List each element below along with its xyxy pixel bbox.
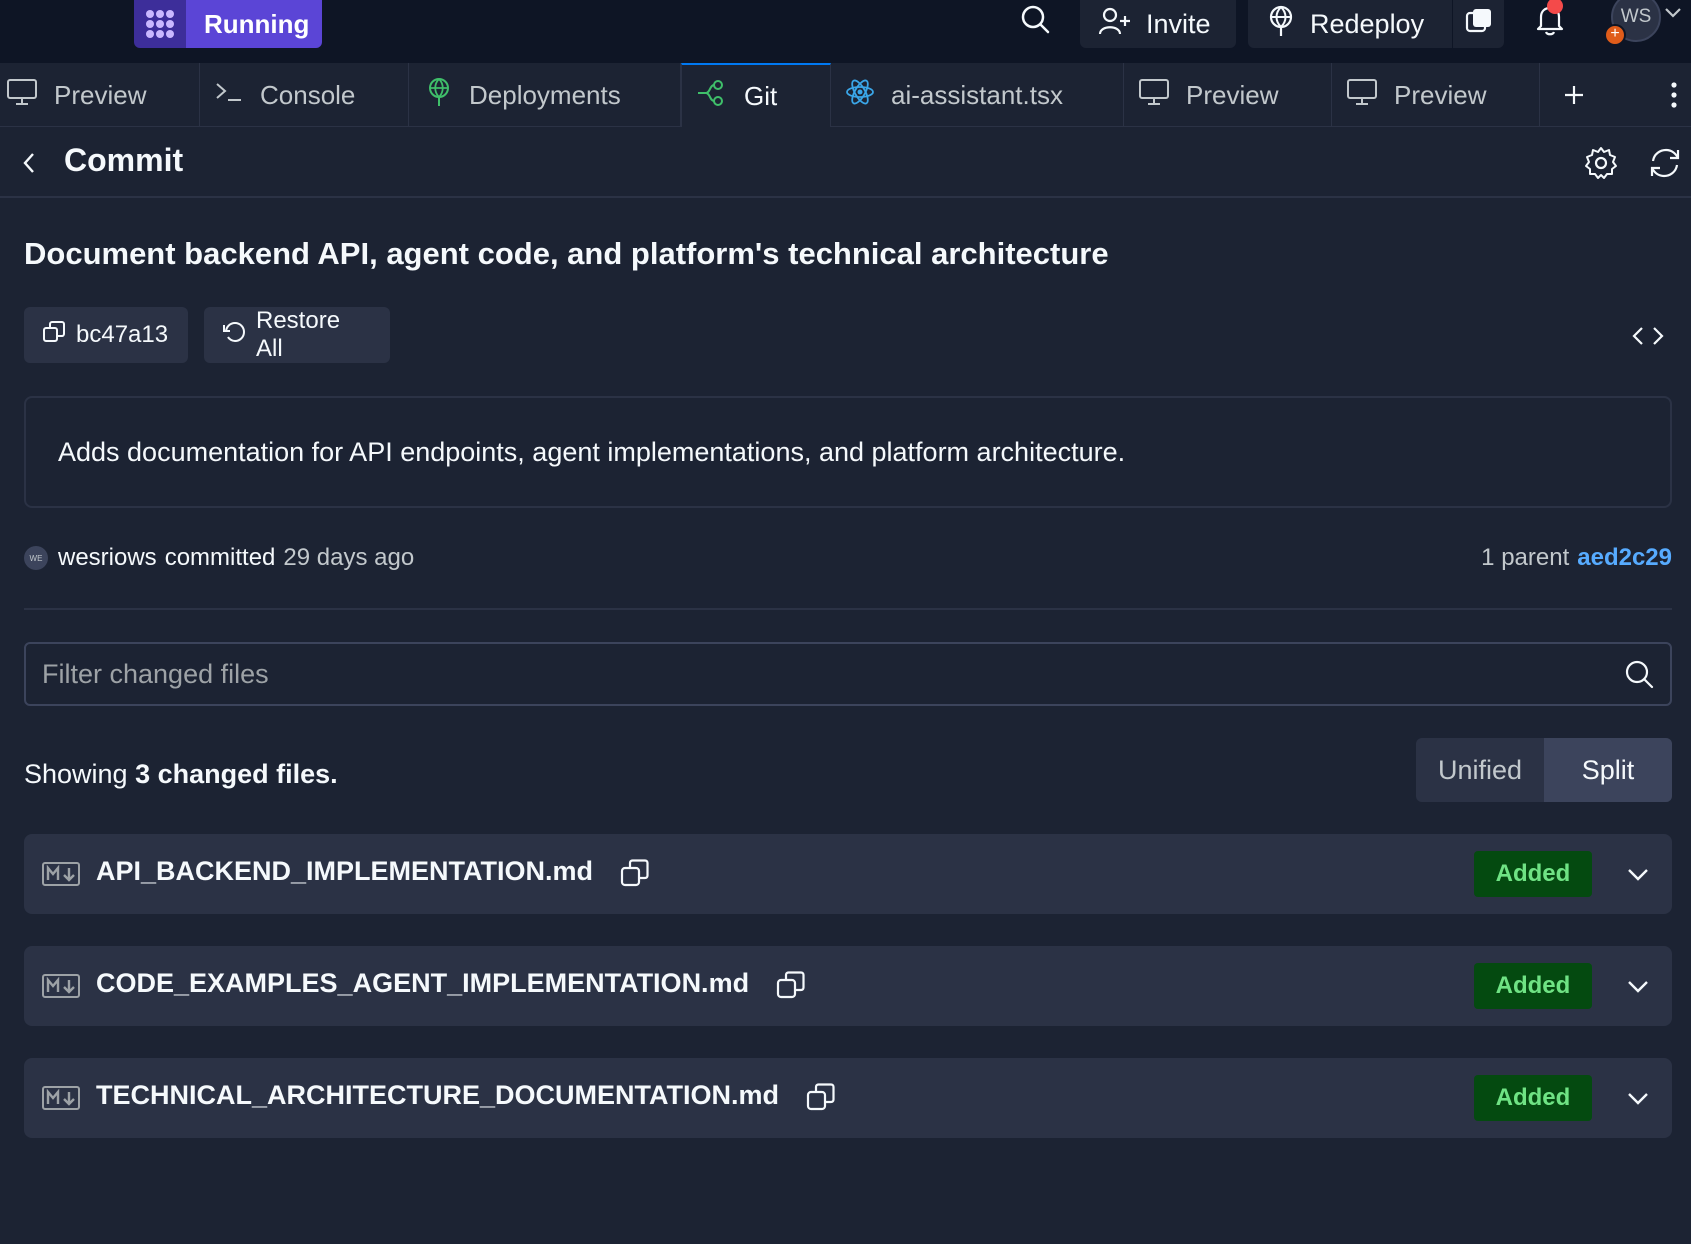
- chevron-down-icon[interactable]: [1622, 970, 1654, 1002]
- react-icon: [845, 78, 875, 113]
- filter-input[interactable]: [42, 644, 1602, 704]
- chevron-down-icon[interactable]: [1622, 1082, 1654, 1114]
- tab-preview-3[interactable]: Preview: [1332, 63, 1540, 127]
- file-name-wrap: CODE_EXAMPLES_AGENT_IMPLEMENTATION.md: [96, 968, 807, 1001]
- markdown-icon: [42, 974, 80, 1003]
- monitor-icon: [6, 78, 38, 113]
- status-badge: Added: [1474, 851, 1592, 897]
- tab-deployments[interactable]: Deployments: [409, 63, 681, 127]
- file-row[interactable]: CODE_EXAMPLES_AGENT_IMPLEMENTATION.md Ad…: [24, 946, 1672, 1026]
- parent-label: 1 parent: [1481, 544, 1570, 571]
- tab-label: Deployments: [469, 79, 621, 110]
- diff-view-toggle: Unified Split: [1416, 738, 1672, 802]
- tab-git[interactable]: Git: [681, 63, 831, 128]
- copy-icon: [42, 320, 66, 351]
- author-row: WE wesriows committed 29 days ago: [24, 543, 414, 573]
- redeploy-button[interactable]: Redeploy: [1248, 0, 1452, 48]
- status-badge: Added: [1474, 963, 1592, 1009]
- restore-all-button[interactable]: Restore All: [204, 307, 390, 363]
- plus-icon[interactable]: [1556, 63, 1592, 127]
- deploy-icon: [425, 77, 453, 114]
- commit-header: Commit: [0, 128, 1691, 198]
- chevron-down-icon[interactable]: [1664, 6, 1682, 25]
- copy-icon[interactable]: [619, 857, 651, 889]
- tab-console[interactable]: Console: [200, 63, 409, 127]
- markdown-icon: [42, 862, 80, 891]
- search-icon[interactable]: [1622, 657, 1656, 691]
- commit-message: Adds documentation for API endpoints, ag…: [24, 396, 1672, 508]
- file-name-wrap: API_BACKEND_IMPLEMENTATION.md: [96, 856, 651, 889]
- redeploy-label: Redeploy: [1310, 8, 1425, 39]
- invite-label: Invite: [1146, 8, 1211, 39]
- markdown-icon: [42, 1086, 80, 1115]
- commit-title: Document backend API, agent code, and pl…: [24, 236, 1109, 271]
- summary-count: 3 changed files.: [135, 759, 338, 789]
- copy-hash-button[interactable]: bc47a13: [24, 307, 188, 363]
- tab-label: Preview: [1186, 79, 1279, 110]
- tab-ai-assistant[interactable]: ai-assistant.tsx: [831, 63, 1124, 127]
- avatar-initials: WS: [1620, 6, 1652, 27]
- changed-files-summary: Showing 3 changed files.: [24, 759, 338, 790]
- top-bar: Running Invite Redeploy WS +: [0, 0, 1691, 63]
- tab-label: Preview: [1394, 79, 1487, 110]
- deploy-icon: [1266, 5, 1296, 44]
- file-name: API_BACKEND_IMPLEMENTATION.md: [96, 856, 594, 886]
- run-dots-icon: [134, 0, 186, 48]
- parent-row: 1 parent aed2c29: [1481, 543, 1672, 573]
- copy-icon[interactable]: [805, 1081, 837, 1113]
- summary-prefix: Showing: [24, 759, 128, 789]
- refresh-icon[interactable]: [1646, 144, 1684, 182]
- add-user-icon: [1098, 6, 1132, 43]
- tab-preview-1[interactable]: Preview: [0, 63, 200, 127]
- deploy-menu-button[interactable]: [1452, 0, 1504, 48]
- divider: [24, 608, 1672, 610]
- file-row[interactable]: TECHNICAL_ARCHITECTURE_DOCUMENTATION.md …: [24, 1058, 1672, 1138]
- split-view-button[interactable]: Split: [1544, 738, 1672, 802]
- undo-icon: [222, 320, 246, 351]
- author-name[interactable]: wesriows: [58, 544, 157, 572]
- filter-field[interactable]: [24, 642, 1672, 706]
- file-name-wrap: TECHNICAL_ARCHITECTURE_DOCUMENTATION.md: [96, 1080, 837, 1113]
- tab-label: Console: [260, 79, 356, 110]
- tab-label: ai-assistant.tsx: [891, 79, 1063, 110]
- author-verb: committed: [164, 544, 276, 571]
- code-icon[interactable]: [1630, 318, 1666, 354]
- commit-hash: bc47a13: [76, 321, 169, 348]
- git-icon: [696, 79, 728, 114]
- copy-icon[interactable]: [775, 969, 807, 1001]
- chevron-down-icon[interactable]: [1622, 858, 1654, 890]
- tab-preview-2[interactable]: Preview: [1124, 63, 1332, 127]
- file-row[interactable]: API_BACKEND_IMPLEMENTATION.md Added: [24, 834, 1672, 914]
- invite-button[interactable]: Invite: [1080, 0, 1236, 48]
- windows-icon: [1465, 7, 1493, 42]
- run-button[interactable]: Running: [134, 0, 322, 48]
- parent-hash-link[interactable]: aed2c29: [1577, 544, 1672, 572]
- terminal-icon: [214, 78, 244, 113]
- monitor-icon: [1138, 78, 1170, 113]
- status-badge: Added: [1474, 1075, 1592, 1121]
- author-avatar: WE: [24, 546, 48, 570]
- more-vertical-icon[interactable]: [1662, 63, 1686, 127]
- tab-label: Git: [744, 80, 778, 111]
- run-label: Running: [186, 0, 322, 48]
- tab-label: Preview: [54, 79, 147, 110]
- tab-bar: Preview Console Deployments Git ai-assis…: [0, 63, 1691, 128]
- restore-label: Restore All: [256, 307, 341, 362]
- unified-view-button[interactable]: Unified: [1416, 738, 1544, 802]
- file-name: TECHNICAL_ARCHITECTURE_DOCUMENTATION.md: [96, 1080, 779, 1110]
- gear-icon[interactable]: [1582, 144, 1620, 182]
- back-chevron-icon[interactable]: [14, 143, 44, 183]
- commit-time: 29 days ago: [283, 544, 415, 571]
- avatar-badge: +: [1604, 24, 1626, 46]
- search-icon[interactable]: [1018, 0, 1052, 38]
- monitor-icon: [1346, 78, 1378, 113]
- commit-message-text: Adds documentation for API endpoints, ag…: [58, 436, 1126, 467]
- file-name: CODE_EXAMPLES_AGENT_IMPLEMENTATION.md: [96, 968, 750, 998]
- page-title: Commit: [64, 142, 184, 178]
